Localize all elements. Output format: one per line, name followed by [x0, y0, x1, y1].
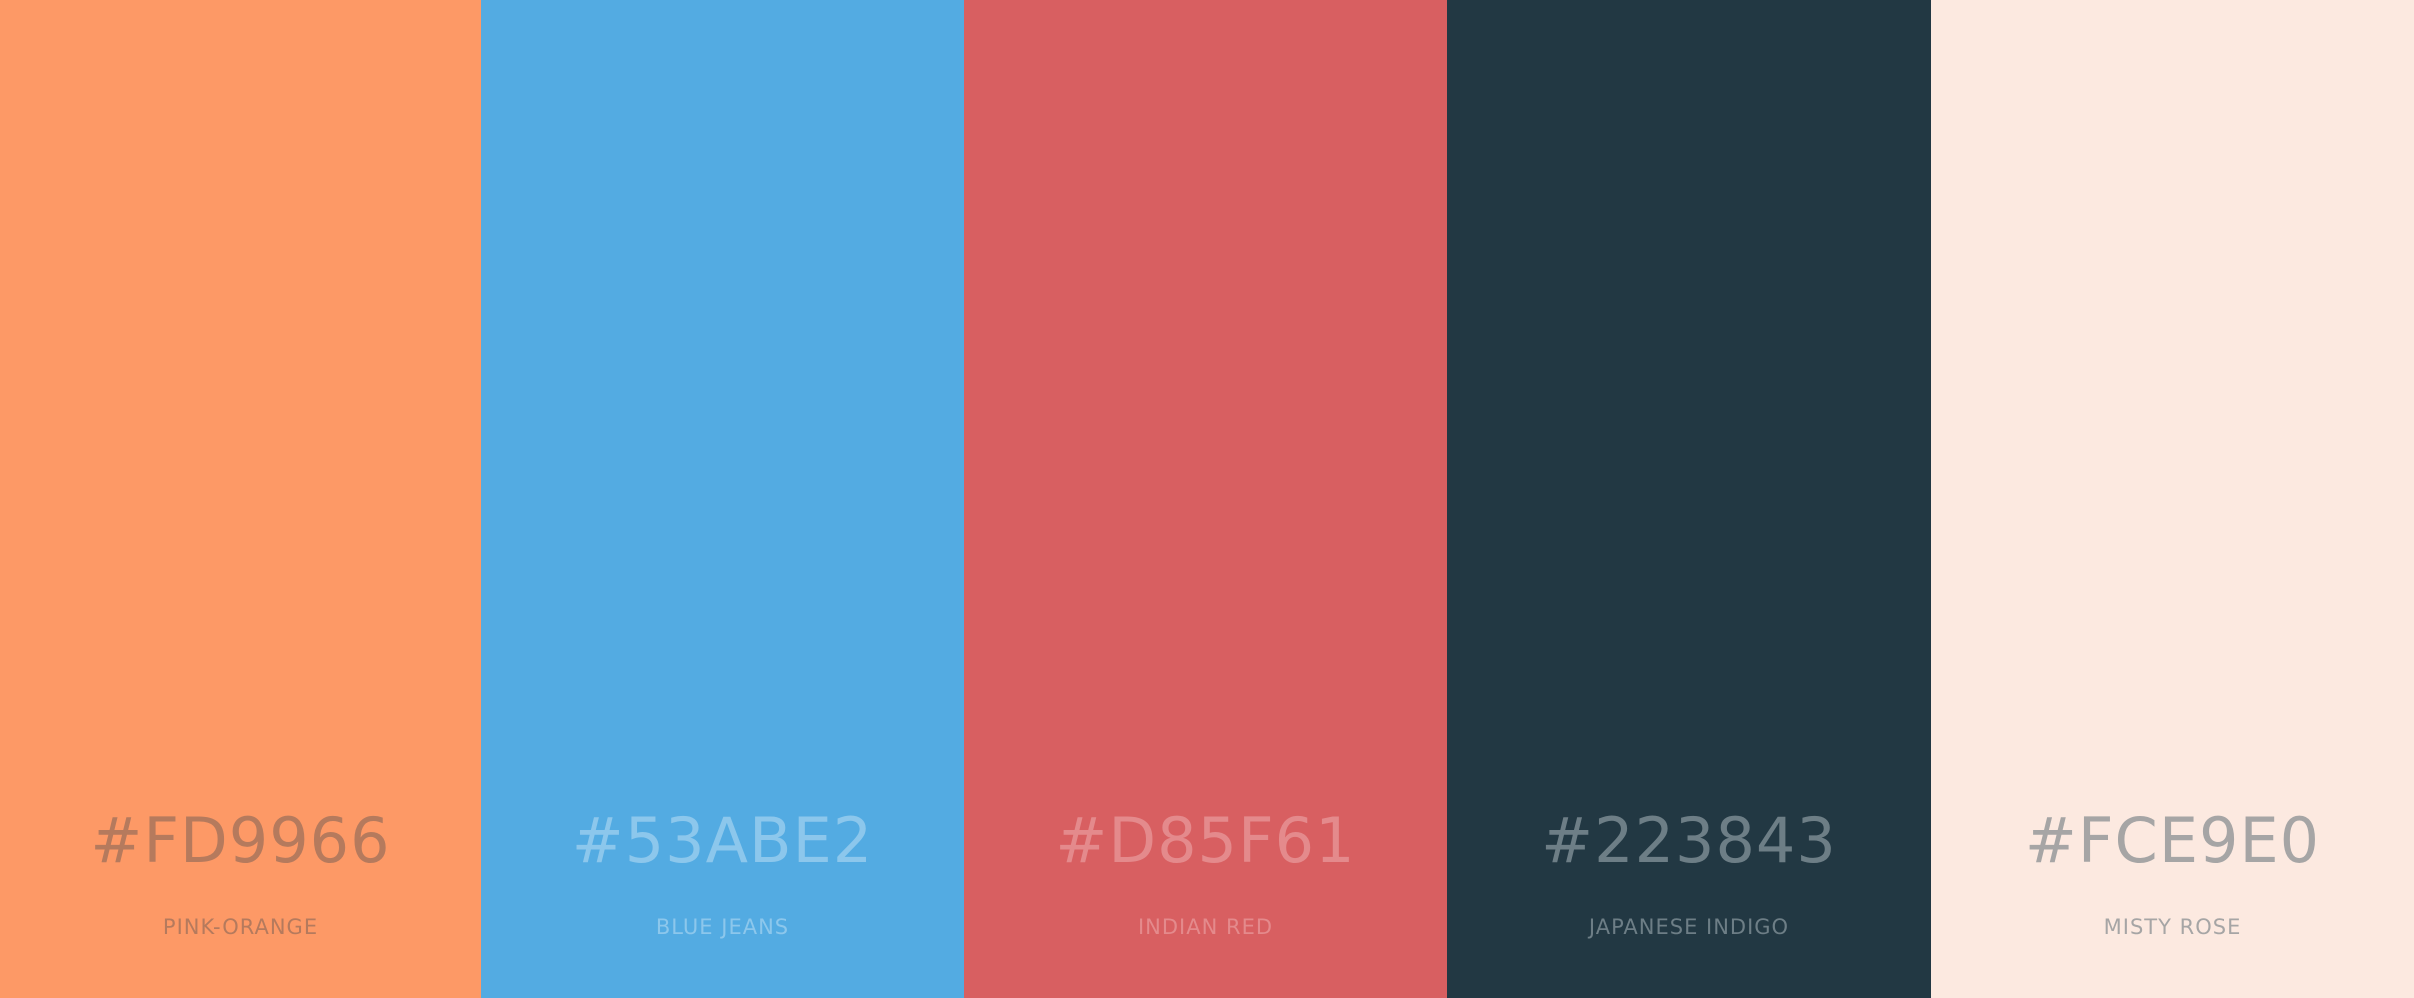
- swatch-color-name: PINK-ORANGE: [162, 915, 319, 939]
- swatch-color-name: BLUE JEANS: [655, 915, 790, 939]
- swatch-misty-rose: #FCE9E0 MISTY ROSE: [1931, 0, 2414, 998]
- swatch-indian-red: #D85F61 INDIAN RED: [964, 0, 1447, 998]
- swatch-color-name: INDIAN RED: [1137, 915, 1274, 939]
- swatch-hex-code: #D85F61: [1055, 804, 1356, 877]
- color-palette: #FD9966 PINK-ORANGE #53ABE2 BLUE JEANS #…: [0, 0, 2414, 998]
- swatch-hex-code: #53ABE2: [571, 804, 874, 877]
- swatch-hex-code: #FD9966: [90, 804, 391, 877]
- swatch-hex-code: #223843: [1541, 804, 1837, 877]
- swatch-hex-code: #FCE9E0: [2024, 804, 2321, 877]
- swatch-color-name: JAPANESE INDIGO: [1588, 915, 1790, 939]
- swatch-blue-jeans: #53ABE2 BLUE JEANS: [481, 0, 964, 998]
- swatch-japanese-indigo: #223843 JAPANESE INDIGO: [1447, 0, 1931, 998]
- swatch-pink-orange: #FD9966 PINK-ORANGE: [0, 0, 481, 998]
- swatch-color-name: MISTY ROSE: [2103, 915, 2242, 939]
